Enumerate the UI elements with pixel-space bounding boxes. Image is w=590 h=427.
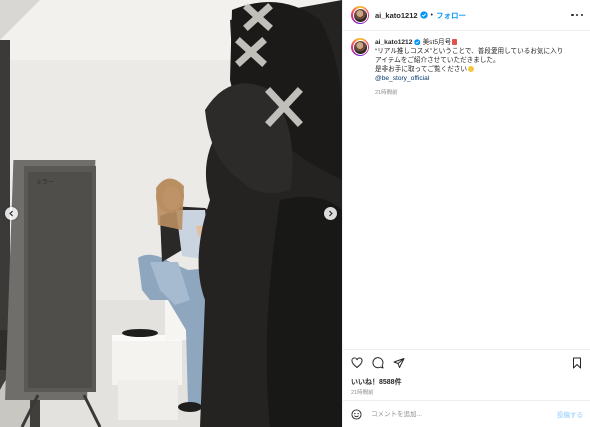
likes-count[interactable]: いいね！8588件 [351, 377, 402, 387]
caption-mention[interactable]: @be_story_official [375, 74, 563, 83]
bookmark-icon[interactable] [571, 357, 583, 369]
header-separator: • [430, 11, 433, 19]
verified-badge-icon [419, 11, 428, 19]
caption-username[interactable]: ai_kato1212 [375, 39, 412, 46]
caption: ai_kato1212 美st5月号 “リアル推しコスメ”ということで、普段愛用… [351, 38, 583, 98]
instagram-post: ミラー ai_kato1212 • フォロー ai_kato1212 美st5月… [0, 0, 590, 427]
caption-avatar[interactable] [351, 38, 369, 56]
previous-photo-button[interactable] [5, 207, 18, 220]
heart-icon[interactable] [351, 357, 363, 369]
chevron-left-icon [9, 210, 13, 217]
caption-line-2: “リアル推しコスメ”ということで、普段愛用しているお気に入り [375, 48, 564, 55]
caption-body: ai_kato1212 美st5月号 “リアル推しコスメ”ということで、普段愛用… [375, 38, 563, 98]
next-photo-button[interactable] [324, 207, 337, 220]
avatar[interactable] [351, 6, 369, 24]
verified-badge-icon [414, 38, 421, 45]
post-side-panel: ai_kato1212 • フォロー ai_kato1212 美st5月号 “リ… [342, 0, 590, 427]
post-header: ai_kato1212 • フォロー [343, 0, 590, 31]
caption-time: 21時間前 [375, 90, 398, 96]
paper-plane-icon[interactable] [393, 357, 405, 369]
mirror-text: ミラー [36, 179, 54, 186]
header-username[interactable]: ai_kato1212 [375, 11, 418, 20]
smiley-icon[interactable] [351, 408, 362, 420]
post-comment-button[interactable]: 投稿する [557, 409, 583, 419]
post-actions: いいね！8588件 21時間前 [343, 349, 590, 399]
caption-magazine: 美st5月号 [422, 39, 452, 46]
comment-box: 投稿する [343, 400, 590, 427]
follow-button[interactable]: フォロー [436, 10, 466, 21]
caption-line-4-text: 是非お手に取ってご覧ください [375, 66, 467, 73]
post-photo[interactable]: ミラー [0, 0, 342, 427]
chevron-right-icon [329, 210, 333, 217]
comment-icon[interactable] [372, 357, 384, 369]
post-time[interactable]: 21時間前 [351, 388, 374, 396]
comment-input[interactable] [371, 410, 541, 418]
photo-illustration: ミラー [0, 0, 342, 427]
more-horizontal-icon[interactable] [571, 10, 583, 20]
caption-line-1: ai_kato1212 美st5月号 [375, 38, 563, 47]
book-emoji-icon [452, 39, 458, 45]
smile-emoji-icon [467, 66, 474, 72]
caption-line-3: アイテムをご紹介させていただきました。 [375, 57, 500, 64]
caption-line-4: 是非お手に取ってご覧ください [375, 65, 563, 74]
